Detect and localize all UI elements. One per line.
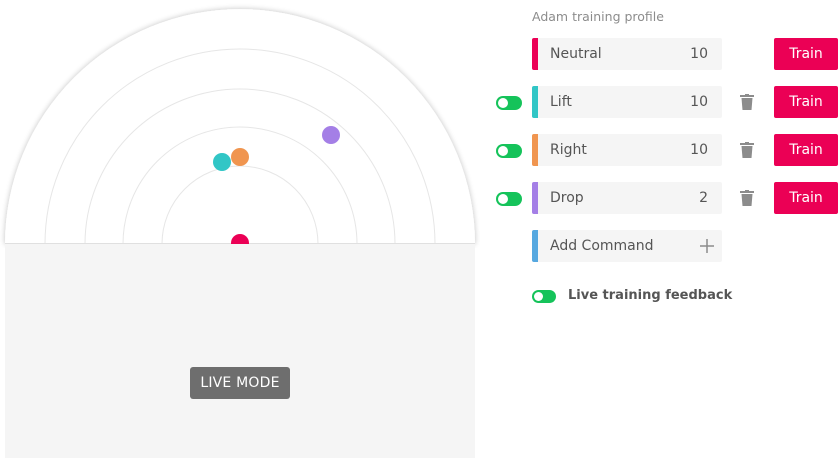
drop-dot: [322, 126, 340, 144]
command-count: 10: [690, 94, 708, 110]
train-button-right[interactable]: Train: [774, 134, 838, 166]
live-mode-button[interactable]: LIVE MODE: [190, 367, 290, 399]
command-color-bar: [532, 38, 538, 70]
command-color-bar: [532, 86, 538, 118]
command-row-neutral: Neutral 10 Train: [494, 38, 840, 72]
command-color-bar: [532, 182, 538, 214]
command-box: Right 10: [532, 134, 722, 166]
command-name: Neutral: [550, 46, 602, 62]
right-dot: [231, 148, 249, 166]
command-row-right: Right 10 Train: [494, 134, 840, 168]
command-color-bar: [532, 134, 538, 166]
live-feedback-label: Live training feedback: [568, 288, 733, 303]
neutral-dot: [231, 234, 249, 244]
command-box: Drop 2: [532, 182, 722, 214]
command-count: 10: [690, 142, 708, 158]
lift-dot: [213, 153, 231, 171]
command-name: Drop: [550, 190, 584, 206]
add-command-row: Add Command: [494, 230, 840, 264]
live-feedback-toggle[interactable]: [532, 290, 556, 303]
plus-icon: [700, 239, 714, 253]
train-button-drop[interactable]: Train: [774, 182, 838, 214]
trash-icon[interactable]: [740, 94, 754, 110]
trash-icon[interactable]: [740, 190, 754, 206]
visualization-panel: LIVE MODE: [0, 0, 480, 460]
command-count: 10: [690, 46, 708, 62]
toggle-lift[interactable]: [496, 96, 522, 110]
command-box: Neutral 10: [532, 38, 722, 70]
trash-icon[interactable]: [740, 142, 754, 158]
toggle-drop[interactable]: [496, 192, 522, 206]
command-color-bar: [532, 230, 538, 262]
train-button-lift[interactable]: Train: [774, 86, 838, 118]
add-command-label: Add Command: [550, 238, 654, 254]
train-button-neutral[interactable]: Train: [774, 38, 838, 70]
command-name: Right: [550, 142, 587, 158]
command-row-drop: Drop 2 Train: [494, 182, 840, 216]
profile-title: Adam training profile: [532, 9, 664, 24]
command-row-lift: Lift 10 Train: [494, 86, 840, 120]
radar-chart: [5, 9, 475, 245]
command-box: Lift 10: [532, 86, 722, 118]
add-command-button[interactable]: Add Command: [532, 230, 722, 262]
command-count: 2: [699, 190, 708, 206]
command-name: Lift: [550, 94, 572, 110]
live-mode-panel: [5, 244, 475, 458]
toggle-right[interactable]: [496, 144, 522, 158]
